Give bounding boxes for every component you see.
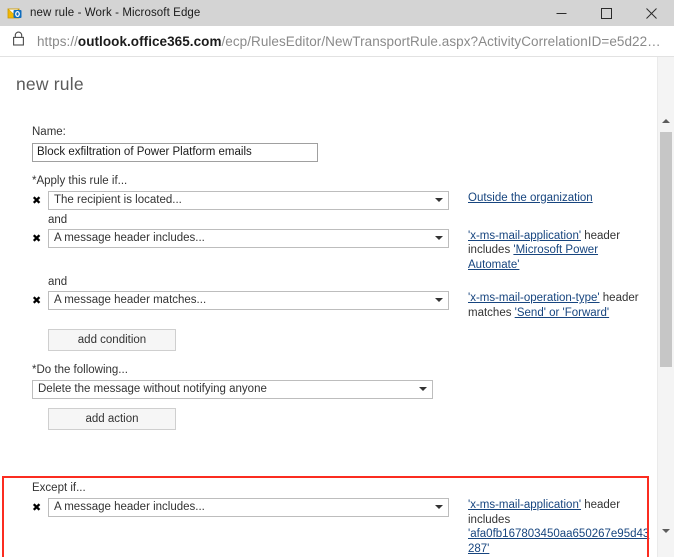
- do-the-following-label: *Do the following...: [32, 364, 128, 376]
- remove-condition-icon[interactable]: ✖: [32, 229, 48, 248]
- remove-condition-icon[interactable]: ✖: [32, 291, 48, 310]
- exception-link-header[interactable]: 'x-ms-mail-application': [468, 499, 581, 511]
- page-title: new rule: [16, 74, 84, 94]
- outlook-envelope-icon: [7, 5, 23, 21]
- condition-description: 'x-ms-mail-application' header includes …: [468, 229, 647, 273]
- condition-link[interactable]: Outside the organization: [468, 192, 593, 204]
- condition-select[interactable]: A message header matches...: [48, 291, 449, 310]
- condition-select-wrapper[interactable]: A message header matches...: [48, 291, 449, 310]
- name-label: Name:: [32, 126, 66, 138]
- address-bar[interactable]: https://outlook.office365.com/ecp/RulesE…: [0, 26, 674, 57]
- action-select-wrapper[interactable]: Delete the message without notifying any…: [32, 380, 433, 399]
- condition-select[interactable]: The recipient is located...: [48, 190, 449, 210]
- action-select[interactable]: Delete the message without notifying any…: [32, 380, 433, 399]
- conjunction-label: and: [48, 276, 68, 288]
- condition-row: ✖ The recipient is located... Outside th…: [32, 190, 647, 210]
- maximize-button[interactable]: [584, 0, 629, 26]
- scroll-down-button[interactable]: [658, 522, 674, 539]
- url-text[interactable]: https://outlook.office365.com/ecp/RulesE…: [37, 34, 661, 49]
- window-titlebar: new rule - Work - Microsoft Edge: [0, 0, 674, 26]
- vertical-scrollbar[interactable]: [657, 57, 674, 557]
- condition-description: 'x-ms-mail-operation-type' header matche…: [468, 291, 647, 320]
- exception-description: 'x-ms-mail-application' header includes …: [468, 498, 654, 556]
- except-if-label: Except if...: [32, 482, 86, 494]
- condition-link-header[interactable]: 'x-ms-mail-application': [468, 230, 581, 242]
- apply-rule-label: *Apply this rule if...: [32, 174, 128, 187]
- add-action-button[interactable]: add action: [48, 408, 176, 430]
- condition-select[interactable]: A message header includes...: [48, 228, 449, 248]
- condition-row: ✖ A message header includes... 'x-ms-mai…: [32, 228, 647, 273]
- condition-description: Outside the organization: [468, 191, 647, 206]
- new-rule-form: Name: *Apply this rule if... ✖ The recip…: [32, 125, 647, 430]
- browser-window: new rule - Work - Microsoft Edge https:/…: [0, 0, 674, 557]
- add-condition-button[interactable]: add condition: [48, 329, 176, 351]
- url-host: outlook.office365.com: [77, 33, 222, 49]
- chevron-down-icon: [662, 528, 670, 533]
- rule-name-input[interactable]: [32, 142, 318, 162]
- scrollbar-thumb[interactable]: [660, 132, 672, 367]
- close-button[interactable]: [629, 0, 674, 26]
- exception-link-value[interactable]: 'afa0fb167803450aa650267e95d43287': [468, 528, 649, 555]
- conjunction-label: and: [48, 213, 68, 226]
- condition-select-wrapper[interactable]: The recipient is located...: [48, 190, 449, 210]
- page-content: new rule Name: *Apply this rule if... ✖ …: [0, 57, 674, 557]
- condition-link-header[interactable]: 'x-ms-mail-operation-type': [468, 292, 600, 304]
- exception-select[interactable]: A message header includes...: [48, 498, 449, 517]
- remove-condition-icon[interactable]: ✖: [32, 191, 48, 210]
- condition-link-value[interactable]: 'Send' or 'Forward': [515, 307, 609, 319]
- url-scheme: https://: [37, 33, 78, 49]
- remove-exception-icon[interactable]: ✖: [32, 498, 48, 517]
- exception-select-wrapper[interactable]: A message header includes...: [48, 498, 449, 517]
- url-path: /ecp/RulesEditor/NewTransportRule.aspx?A…: [221, 33, 661, 49]
- lock-icon: [12, 31, 25, 51]
- exception-row: ✖ A message header includes... 'x-ms-mai…: [32, 498, 649, 556]
- window-title: new rule - Work - Microsoft Edge: [30, 7, 201, 19]
- condition-row: ✖ A message header matches... 'x-ms-mail…: [32, 291, 647, 320]
- except-if-section: Except if... ✖ A message header includes…: [32, 481, 649, 557]
- condition-select-wrapper[interactable]: A message header includes...: [48, 228, 449, 248]
- minimize-button[interactable]: [539, 0, 584, 26]
- chevron-up-icon: [662, 118, 670, 123]
- scroll-up-button[interactable]: [658, 112, 674, 129]
